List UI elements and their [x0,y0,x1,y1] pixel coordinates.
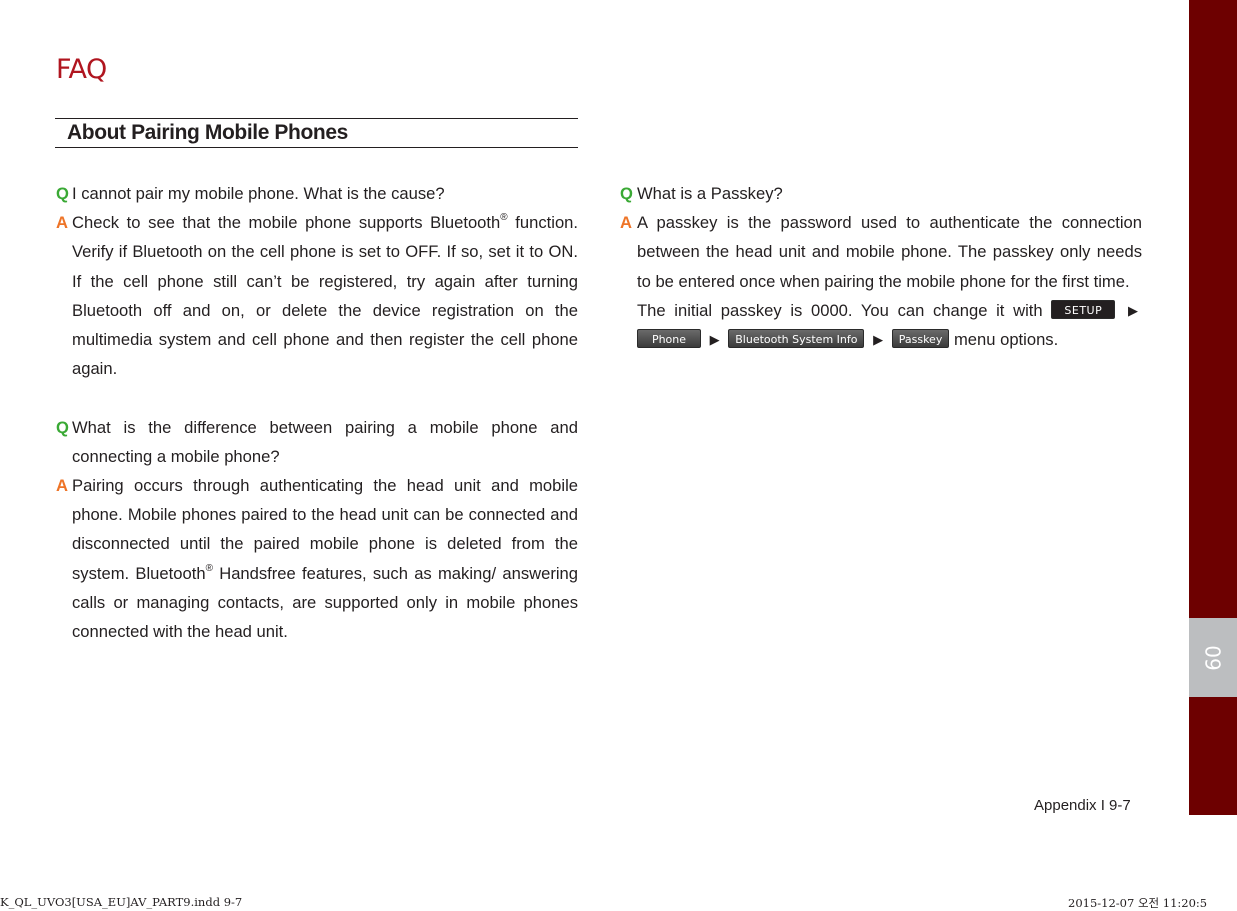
question-text: What is a Passkey? [637,184,783,203]
section-heading-box: About Pairing Mobile Phones [55,118,578,148]
question-marker: Q [56,184,69,203]
answer-marker: A [56,476,68,496]
chapter-tab: 09 [1189,618,1237,697]
faq-question: Q What is the difference between pairing… [56,413,578,471]
arrow-right-icon: ▶ [1128,302,1138,318]
left-column: Q I cannot pair my mobile phone. What is… [56,179,578,646]
page-footer: Appendix I 9-7 [1034,797,1131,814]
answer-text: Check to see that the mobile phone suppo… [72,213,501,233]
registered-mark: ® [500,212,508,224]
bluetooth-system-info-menu-button: Bluetooth System Info [728,329,865,349]
print-slug-file: K_QL_UVO3[USA_EU]AV_PART9.indd 9-7 [0,895,243,909]
chapter-sidebar-bottom [1189,697,1237,815]
question-marker: Q [620,184,633,203]
phone-menu-button: Phone [637,329,701,349]
answer-marker: A [56,213,68,233]
right-column: Q What is a Passkey? A A passkey is the … [620,179,1142,354]
answer-marker: A [620,213,632,233]
question-text: I cannot pair my mobile phone. What is t… [72,184,445,203]
faq-answer: A Check to see that the mobile phone sup… [56,208,578,383]
answer-extra-text: The initial passkey is 0000. You can cha… [637,300,1043,320]
faq-answer: A A passkey is the password used to auth… [620,208,1142,296]
registered-mark: ® [205,562,213,574]
arrow-right-icon: ▶ [709,332,720,348]
passkey-menu-button: Passkey [891,329,950,349]
answer-extra-text-end: menu options. [953,330,1059,350]
faq-answer-extra: The initial passkey is 0000. You can cha… [620,296,1142,354]
faq-answer: A Pairing occurs through authenticating … [56,471,578,646]
print-slug-timestamp: 2015-12-07 오전 11:20:5 [1068,896,1208,910]
question-marker: Q [56,417,69,437]
arrow-right-icon: ▶ [873,332,884,348]
page-title: FAQ [56,54,107,85]
faq-question: Q What is a Passkey? [620,179,1142,208]
question-text: What is the difference between pairing a… [72,417,578,466]
faq-question: Q I cannot pair my mobile phone. What is… [56,179,578,208]
chapter-number: 09 [1200,644,1225,671]
setup-menu-button: SETUP [1051,299,1116,319]
section-heading: About Pairing Mobile Phones [67,121,348,144]
chapter-sidebar-top [1189,0,1237,618]
answer-text-cont: function. Verify if Bluetooth on the cel… [72,213,579,379]
answer-text: A passkey is the password used to authen… [637,213,1142,291]
